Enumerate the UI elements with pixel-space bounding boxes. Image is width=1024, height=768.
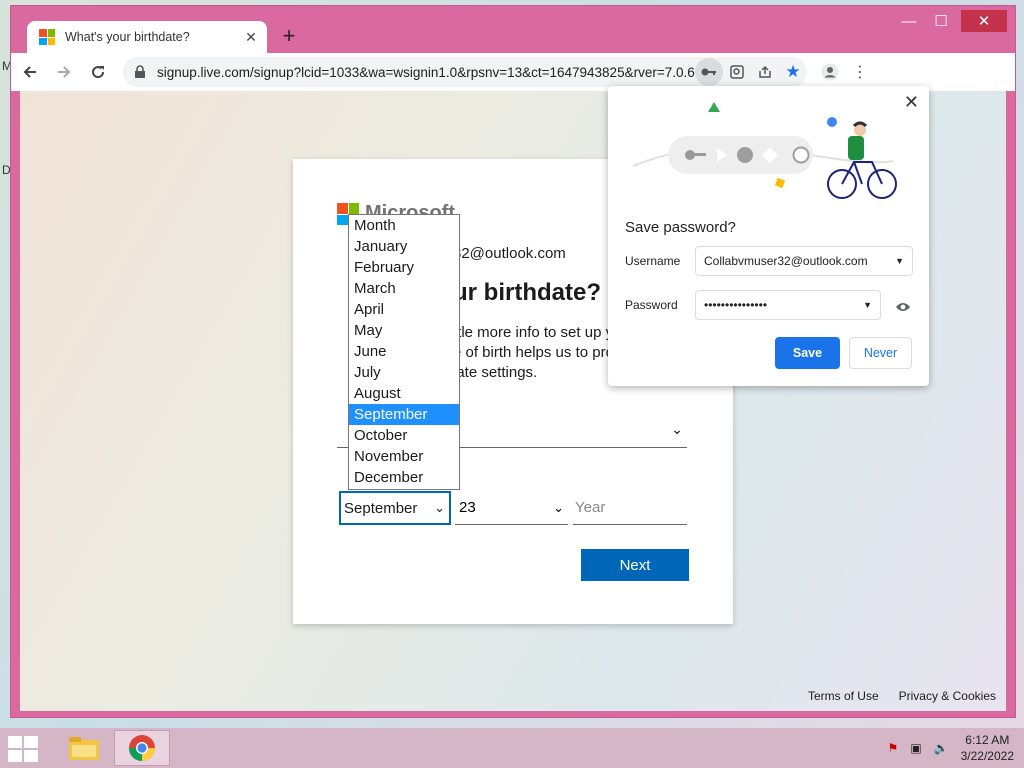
address-bar[interactable]: signup.live.com/signup?lcid=1033&wa=wsig… — [123, 57, 807, 87]
chevron-down-icon: ⌄ — [434, 500, 445, 515]
save-password-popup: ✕ Save password? Username Collabvmuser32… — [608, 86, 929, 386]
action-center-flag-icon[interactable]: ⚑ — [888, 741, 899, 755]
password-illustration — [632, 102, 897, 199]
chevron-down-icon: ⌄ — [671, 421, 683, 437]
new-tab-button[interactable]: + — [277, 23, 301, 48]
terms-link[interactable]: Terms of Use — [808, 689, 879, 703]
close-icon[interactable]: ✕ — [904, 92, 919, 113]
month-option[interactable]: October — [349, 425, 459, 446]
password-value: ••••••••••••••• — [704, 298, 768, 312]
menu-icon[interactable]: ⋮ — [845, 57, 875, 87]
popup-title: Save password? — [625, 219, 736, 236]
month-option[interactable]: April — [349, 299, 459, 320]
month-option[interactable]: December — [349, 467, 459, 488]
username-label: Username — [625, 254, 681, 268]
reload-icon[interactable] — [83, 57, 113, 87]
password-label: Password — [625, 298, 678, 312]
month-option-selected[interactable]: September — [349, 404, 459, 425]
month-option[interactable]: Month — [349, 215, 459, 236]
file-explorer-icon[interactable] — [56, 730, 112, 766]
year-input[interactable]: Year — [573, 491, 687, 525]
day-value: 23 — [459, 499, 476, 516]
desktop-edge: M D — [0, 55, 12, 205]
microsoft-favicon-icon — [39, 29, 55, 45]
profile-icon[interactable] — [815, 57, 845, 87]
month-option[interactable]: January — [349, 236, 459, 257]
page-title: ur birthdate? — [453, 279, 601, 306]
day-select[interactable]: 23 ⌄ — [455, 491, 568, 525]
month-dropdown-list: Month January February March April May J… — [348, 214, 460, 490]
tab-title: What's your birthdate? — [65, 30, 190, 44]
tab-close-icon[interactable]: ✕ — [241, 29, 261, 46]
close-window-button[interactable]: ✕ — [961, 10, 1007, 32]
month-option[interactable]: July — [349, 362, 459, 383]
privacy-link[interactable]: Privacy & Cookies — [899, 689, 996, 703]
month-option[interactable]: May — [349, 320, 459, 341]
browser-tab[interactable]: What's your birthdate? ✕ — [27, 21, 267, 53]
minimize-button[interactable]: — — [893, 10, 925, 32]
month-option[interactable]: March — [349, 278, 459, 299]
zoom-icon[interactable] — [723, 58, 751, 86]
month-select[interactable]: September ⌄ — [339, 491, 451, 525]
username-field[interactable]: Collabvmuser32@outlook.com ▼ — [695, 246, 913, 276]
month-option[interactable]: August — [349, 383, 459, 404]
never-save-button[interactable]: Never — [849, 337, 912, 369]
eye-icon[interactable] — [895, 300, 911, 316]
next-button[interactable]: Next — [581, 549, 689, 581]
birthdate-row: September ⌄ 23 ⌄ Year — [337, 491, 687, 527]
chevron-down-icon: ⌄ — [553, 499, 564, 515]
share-icon[interactable] — [751, 58, 779, 86]
month-option[interactable]: February — [349, 257, 459, 278]
star-icon[interactable]: ★ — [779, 58, 807, 86]
password-field[interactable]: ••••••••••••••• ▼ — [695, 290, 881, 320]
month-option[interactable]: November — [349, 446, 459, 467]
maximize-button[interactable]: ☐ — [925, 10, 957, 32]
save-password-button[interactable]: Save — [775, 337, 840, 369]
clock-time: 6:12 AM — [965, 733, 1010, 747]
url-text[interactable]: signup.live.com/signup?lcid=1033&wa=wsig… — [157, 65, 695, 80]
chrome-icon[interactable] — [114, 730, 170, 766]
volume-muted-icon[interactable]: 🔈 — [934, 741, 949, 755]
window-controls: — ☐ ✕ — [893, 10, 1007, 32]
identity-email[interactable]: 32@outlook.com — [453, 245, 566, 262]
year-placeholder: Year — [575, 499, 606, 516]
chevron-down-icon: ▼ — [895, 256, 904, 266]
month-value: September — [344, 499, 418, 517]
network-icon[interactable]: ▣ — [910, 741, 921, 755]
system-tray: ⚑ ▣ 🔈 6:12 AM 3/22/2022 — [888, 732, 1014, 764]
page-footer: Terms of Use Privacy & Cookies — [798, 681, 1006, 711]
username-value: Collabvmuser32@outlook.com — [704, 254, 868, 268]
key-icon[interactable] — [695, 58, 723, 86]
windows-start-icon[interactable] — [8, 736, 38, 762]
lock-icon — [135, 65, 145, 78]
clock[interactable]: 6:12 AM 3/22/2022 — [961, 732, 1014, 764]
chevron-down-icon: ▼ — [863, 300, 872, 310]
month-option[interactable]: June — [349, 341, 459, 362]
clock-date: 3/22/2022 — [960, 749, 1014, 763]
taskbar: ⚑ ▣ 🔈 6:12 AM 3/22/2022 — [0, 728, 1024, 768]
forward-icon[interactable] — [49, 57, 79, 87]
back-icon[interactable] — [15, 57, 45, 87]
